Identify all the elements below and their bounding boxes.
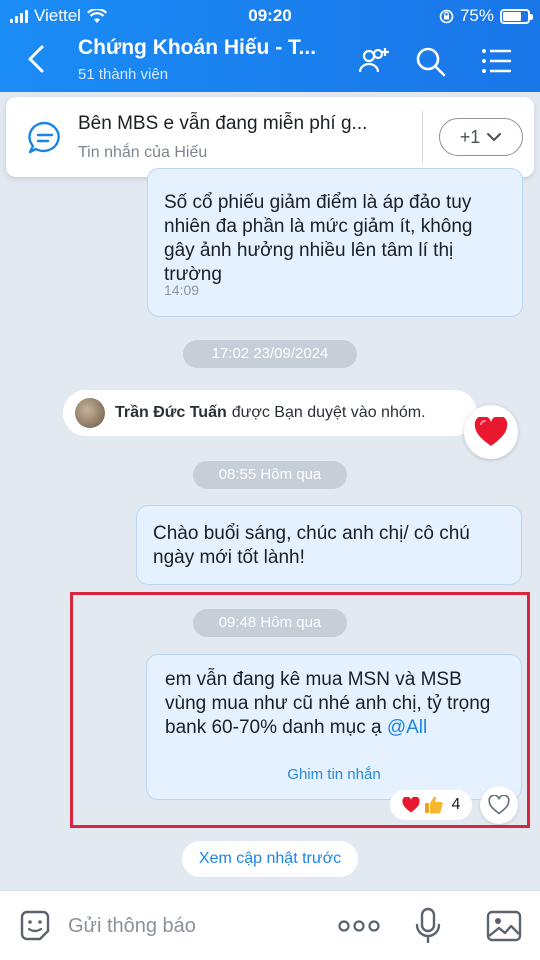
message-input[interactable]: Gửi thông báo	[68, 915, 196, 938]
image-icon[interactable]	[486, 909, 522, 943]
reaction-button[interactable]	[464, 405, 518, 459]
chat-header: Viettel 09:20 75% Chứng Khoán Hiếu - T..…	[0, 0, 540, 92]
date-separator: 17:02 23/09/2024	[183, 340, 357, 368]
system-action-text: được Bạn duyệt vào nhóm.	[231, 404, 426, 421]
pin-message-link[interactable]: Ghim tin nhắn	[147, 763, 521, 787]
reaction-count: 4	[451, 796, 461, 813]
status-right: 75%	[439, 6, 533, 26]
pinned-message-card[interactable]: Bên MBS e vẫn đang miễn phí g... Tin nhắ…	[6, 97, 534, 177]
chat-bubble-icon	[28, 121, 60, 154]
reaction-summary[interactable]: 4	[390, 790, 472, 820]
add-member-icon[interactable]	[358, 44, 392, 78]
mention-all[interactable]: @All	[387, 717, 427, 738]
search-icon[interactable]	[413, 44, 447, 78]
system-message: Trần Đức Tuấn được Bạn duyệt vào nhóm.	[63, 390, 477, 436]
chevron-left-icon	[28, 45, 44, 73]
pinned-title: Bên MBS e vẫn đang miễn phí g...	[78, 113, 368, 134]
heart-outline-icon	[488, 795, 510, 815]
message-bubble[interactable]: em vẫn đang kê mua MSN và MSB vùng mua n…	[146, 654, 522, 800]
message-text: Số cổ phiếu giảm điểm là áp đảo tuy nhiê…	[164, 192, 473, 285]
rotation-lock-icon	[439, 9, 454, 23]
date-separator: 09:48 Hôm qua	[193, 609, 347, 637]
more-dots-icon[interactable]	[338, 919, 380, 933]
battery-icon	[500, 8, 533, 24]
divider	[422, 111, 423, 163]
view-previous-updates-button[interactable]: Xem cập nhật trước	[182, 841, 358, 877]
thumbs-up-icon	[424, 796, 443, 814]
like-button[interactable]	[480, 786, 518, 824]
more-pinned-label: +1	[459, 126, 481, 147]
menu-list-icon[interactable]	[480, 44, 514, 78]
date-separator: 08:55 Hôm qua	[193, 461, 347, 489]
avatar[interactable]	[75, 398, 105, 428]
heart-icon	[474, 417, 508, 446]
battery-percent: 75%	[459, 6, 494, 25]
message-text: em vẫn đang kê mua MSN và MSB vùng mua n…	[165, 669, 491, 738]
pinned-subtitle: Tin nhắn của Hiếu	[78, 144, 208, 161]
message-time: 14:09	[164, 282, 200, 298]
message-bubble[interactable]: Số cổ phiếu giảm điểm là áp đảo tuy nhiê…	[147, 168, 523, 317]
more-pinned-button[interactable]: +1	[439, 118, 523, 156]
message-text: Chào buổi sáng, chúc anh chị/ cô chú ngà…	[153, 523, 470, 568]
microphone-icon[interactable]	[414, 907, 442, 945]
back-button[interactable]	[26, 44, 46, 79]
chevron-down-icon	[487, 133, 502, 142]
status-bar: Viettel 09:20 75%	[0, 4, 540, 28]
composer-bar: Gửi thông báo	[0, 890, 540, 960]
group-title[interactable]: Chứng Khoán Hiếu - T...	[78, 36, 316, 60]
sticker-icon[interactable]	[18, 909, 52, 943]
heart-icon	[401, 797, 420, 813]
message-bubble[interactable]: Chào buổi sáng, chúc anh chị/ cô chú ngà…	[136, 505, 522, 585]
member-count[interactable]: 51 thành viên	[78, 66, 168, 83]
system-user-name[interactable]: Trần Đức Tuấn	[115, 404, 227, 422]
